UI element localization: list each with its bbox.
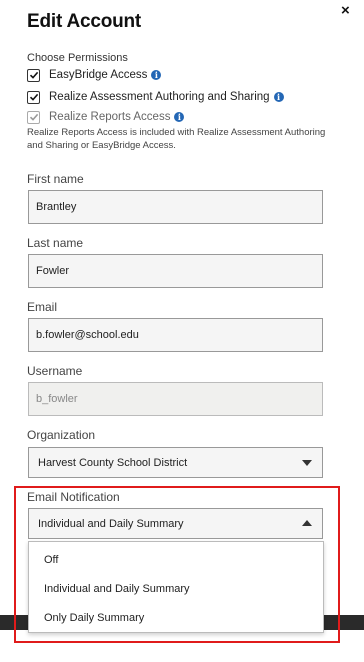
username-input: b_fowler <box>28 382 323 416</box>
reports-label: Realize Reports Access <box>49 111 171 123</box>
email-input[interactable]: b.fowler@school.edu <box>28 318 323 352</box>
page-title: Edit Account <box>27 11 142 32</box>
info-icon[interactable]: i <box>174 112 185 122</box>
organization-label: Organization <box>27 428 96 442</box>
permission-assessment-authoring[interactable]: Realize Assessment Authoring and Sharing… <box>27 89 284 105</box>
first-name-label: First name <box>27 172 84 186</box>
easybridge-checkbox[interactable] <box>27 68 40 82</box>
first-name-input[interactable]: Brantley <box>28 190 323 224</box>
permission-easybridge[interactable]: EasyBridge Access i <box>27 67 162 83</box>
check-icon <box>29 113 38 121</box>
highlight-box <box>14 486 340 643</box>
reports-checkbox <box>27 110 40 124</box>
assessment-authoring-checkbox[interactable] <box>27 90 40 104</box>
chevron-down-icon <box>302 460 312 466</box>
permission-reports: Realize Reports Access i <box>27 109 185 125</box>
check-icon <box>29 71 38 79</box>
close-icon[interactable]: × <box>341 3 350 18</box>
permissions-note: Realize Reports Access is included with … <box>27 127 326 151</box>
info-icon[interactable]: i <box>151 70 162 80</box>
organization-select[interactable]: Harvest County School District <box>28 447 323 478</box>
organization-value: Harvest County School District <box>38 456 188 469</box>
info-icon[interactable]: i <box>273 92 284 102</box>
last-name-label: Last name <box>27 236 84 250</box>
permissions-heading: Choose Permissions <box>27 52 128 64</box>
username-label: Username <box>27 364 83 378</box>
assessment-authoring-label: Realize Assessment Authoring and Sharing <box>49 91 270 103</box>
check-icon <box>29 93 38 101</box>
last-name-input[interactable]: Fowler <box>28 254 323 288</box>
easybridge-label: EasyBridge Access <box>49 69 148 81</box>
email-label: Email <box>27 300 58 314</box>
